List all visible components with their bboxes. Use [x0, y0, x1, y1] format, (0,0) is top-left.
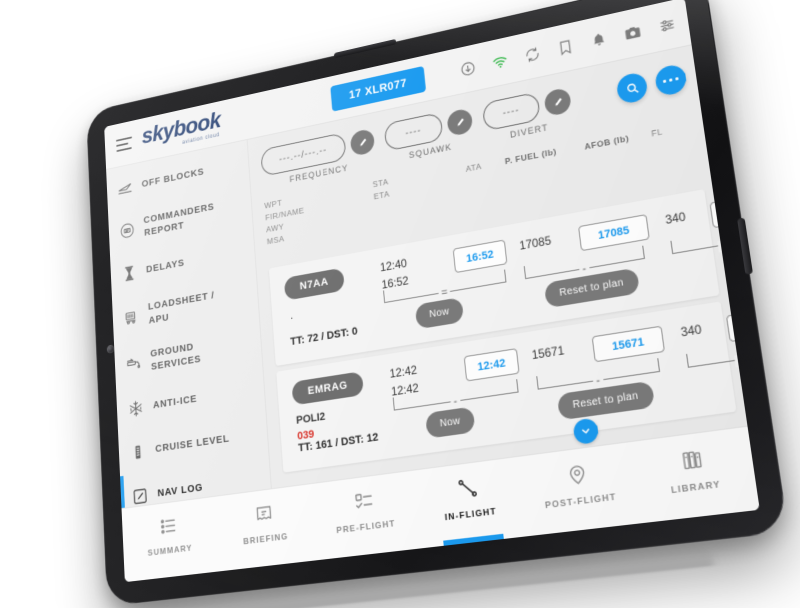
sidebar-label-loadsheet-apu: LOADSHEET / APU	[147, 290, 215, 326]
afob-input[interactable]: 17085	[578, 214, 650, 252]
waypoint-tt-dst: TT: 72 / DST: 0	[289, 325, 359, 349]
search-button[interactable]	[615, 71, 649, 106]
ata-input[interactable]: 16:52	[452, 239, 508, 274]
time-brace: -	[392, 379, 519, 411]
p-fuel-value: 15671	[531, 345, 565, 363]
p-fuel-value: 17085	[518, 235, 552, 253]
sta-eta-values: 12:42 12:42	[389, 363, 420, 403]
divert-chip[interactable]: ----	[481, 91, 541, 132]
sidebar-label-anti-ice: ANTI-ICE	[152, 392, 198, 412]
fir-name-value: POLI2	[295, 410, 326, 427]
library-books-icon	[679, 447, 705, 473]
bottom-nav-in-flight[interactable]: IN-FLIGHT	[414, 470, 528, 548]
eta-value: 12:42	[390, 382, 420, 399]
delays-hourglass-icon	[121, 263, 137, 283]
commanders-report-icon	[119, 220, 135, 240]
checklist-icon	[353, 489, 375, 513]
header-fl: FL	[650, 126, 664, 139]
fl-value: 340	[680, 323, 703, 340]
now-button[interactable]: Now	[414, 297, 464, 330]
hamburger-icon[interactable]	[115, 136, 133, 152]
route-icon	[456, 476, 479, 501]
ata-input[interactable]: 12:42	[463, 348, 520, 382]
off-blocks-icon	[117, 178, 133, 198]
waypoint-fir-name: .	[289, 310, 294, 322]
list-icon	[159, 515, 178, 538]
sidebar-label-delays: DELAYS	[145, 257, 185, 276]
bookmark-icon[interactable]	[556, 38, 575, 58]
flight-number-badge[interactable]: 17 XLR077	[330, 65, 427, 112]
afob-input[interactable]: 15671	[591, 325, 666, 363]
squawk-edit-button[interactable]	[446, 107, 474, 137]
anti-ice-snowflake-icon	[127, 398, 144, 418]
fl-value: 340	[664, 211, 687, 228]
header-eta: ETA	[373, 188, 391, 202]
app-logo[interactable]: skybook aviation cloud	[141, 107, 221, 154]
fuel-brace: -	[523, 245, 645, 280]
bottom-nav-briefing[interactable]: BRIEFING	[215, 497, 317, 571]
settings-sliders-icon[interactable]	[657, 15, 677, 35]
wifi-icon[interactable]	[491, 52, 509, 71]
search-icon	[624, 80, 640, 96]
bottom-nav-label-summary: SUMMARY	[147, 542, 193, 558]
camera-icon[interactable]	[623, 23, 642, 43]
sidebar-label-off-blocks: OFF BLOCKS	[141, 166, 205, 190]
reset-to-plan-button[interactable]: Reset to plan	[556, 380, 655, 421]
loadsheet-apu-icon	[123, 307, 139, 327]
more-options-button[interactable]	[653, 62, 688, 98]
chip-group-squawk: ---- SQUAWK	[383, 106, 475, 165]
screenshot-stage: skybook aviation cloud 17 XLR077 OFF BLO…	[0, 0, 800, 608]
chip-group-frequency: ---.--/---.-- FREQUENCY	[260, 126, 376, 189]
bottom-nav-pre-flight[interactable]: PRE-FLIGHT	[312, 484, 420, 560]
bottom-nav-post-flight[interactable]: POST-FLIGHT	[521, 456, 641, 536]
bottom-nav-label-briefing: BRIEFING	[242, 530, 289, 547]
sidebar-label-commanders-report: COMMANDERS REPORT	[143, 201, 215, 239]
download-icon[interactable]	[459, 59, 477, 78]
bottom-nav-label-library: LIBRARY	[670, 478, 722, 496]
sidebar-label-ground-services: GROUND SERVICES	[150, 340, 202, 373]
waypoint-pill[interactable]: N7AA	[283, 267, 345, 301]
nav-log-pencil-icon	[132, 486, 149, 507]
content-action-buttons	[615, 61, 688, 106]
waypoint-pill[interactable]: EMRAG	[291, 371, 365, 406]
briefing-document-icon	[254, 502, 274, 525]
sidebar-label-cruise-level: CRUISE LEVEL	[155, 432, 230, 455]
frequency-edit-button[interactable]	[349, 128, 376, 157]
bottom-nav-summary[interactable]: SUMMARY	[122, 510, 219, 583]
tablet-device: skybook aviation cloud 17 XLR077 OFF BLO…	[86, 0, 789, 607]
fuel-brace: -	[536, 358, 661, 390]
cruise-level-icon	[130, 442, 147, 462]
fuel-operator: -	[578, 263, 591, 277]
more-dots-icon	[662, 76, 679, 84]
bottom-nav-label-in-flight: IN-FLIGHT	[444, 505, 498, 523]
now-button[interactable]: Now	[425, 406, 476, 439]
time-operator: -	[450, 395, 461, 409]
ground-services-icon	[125, 353, 142, 373]
sta-value: 12:42	[389, 364, 418, 381]
header-msa: MSA	[266, 233, 285, 247]
